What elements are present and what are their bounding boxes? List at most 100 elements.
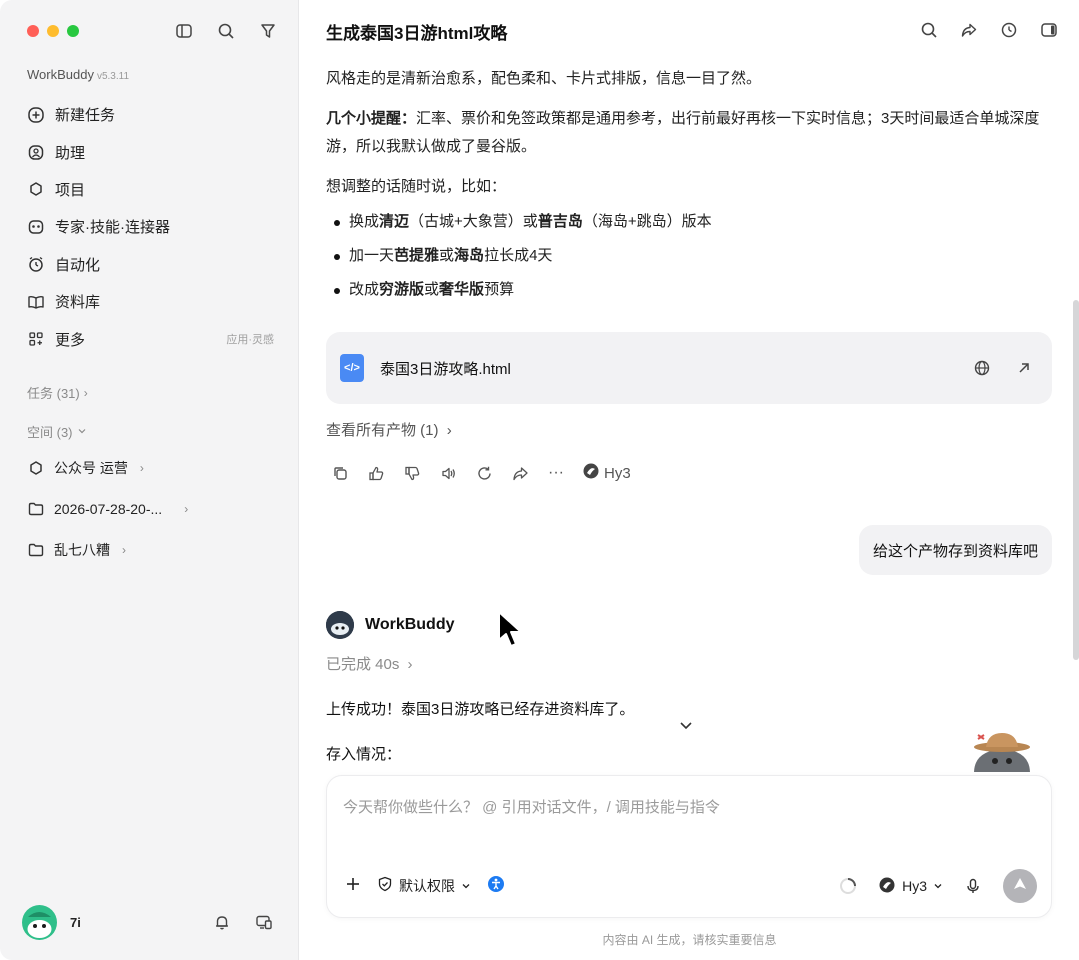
loading-spinner-icon <box>838 876 858 896</box>
tools-button[interactable] <box>487 875 505 896</box>
composer-right-tools: Hy3 <box>838 869 1037 903</box>
ai-disclaimer: 内容由 AI 生成，请核实重要信息 <box>602 933 777 947</box>
shield-check-icon <box>377 876 393 895</box>
nav-item-project[interactable]: 项目 <box>14 171 286 208</box>
alarm-clock-icon <box>26 254 46 274</box>
devices-icon[interactable] <box>254 912 274 932</box>
search-icon[interactable] <box>216 21 236 41</box>
chevron-down-icon <box>77 424 87 439</box>
list-item: 换成清迈（古城+大象营）或普吉岛（海岛+跳岛）版本 <box>326 205 1052 239</box>
scrollbar[interactable] <box>1073 300 1079 660</box>
assistant-header: WorkBuddy <box>326 611 454 639</box>
view-all-artifacts-label: 查看所有产物 (1) <box>326 422 439 439</box>
thinking-status-toggle[interactable]: 已完成 40s › <box>326 653 413 674</box>
accessibility-icon <box>487 875 505 896</box>
app-brand: WorkBuddy v5.3.11 <box>27 67 129 82</box>
sidebar-nav: 新建任务 助理 项目 专家·技能·连接器 自动化 资料库 更多 应用·灵感 <box>14 96 286 358</box>
spaces-section-header[interactable]: 空间 (3) <box>27 422 87 441</box>
share-icon[interactable] <box>510 463 530 483</box>
tips-prefix: 几个小提醒： <box>326 110 417 127</box>
nav-item-label: 助理 <box>55 144 86 162</box>
bullet-text: 或 <box>439 247 455 264</box>
globe-icon[interactable] <box>972 358 992 378</box>
scroll-to-bottom-button[interactable] <box>678 717 694 738</box>
panel-toggle-icon[interactable] <box>1039 20 1059 40</box>
assistant-paragraph: 想调整的话随时说，比如： <box>326 178 507 195</box>
bell-icon[interactable] <box>212 912 232 932</box>
chevron-right-icon: › <box>83 385 88 400</box>
sidebar: WorkBuddy v5.3.11 新建任务 助理 项目 专家·技能·连接器 自动… <box>0 0 299 960</box>
nav-item-automation[interactable]: 自动化 <box>14 246 286 283</box>
assistant-icon <box>26 142 46 162</box>
regenerate-icon[interactable] <box>474 463 494 483</box>
microphone-icon[interactable] <box>963 876 983 896</box>
header-actions <box>919 20 1059 40</box>
bullet-text: （海岛+跳岛）版本 <box>582 213 712 230</box>
copy-icon[interactable] <box>330 463 350 483</box>
chat-panel: 生成泰国3日游html攻略 风格走的是清新治愈系，配色柔和、卡片式排版，信息一目… <box>300 0 1079 960</box>
chevron-right-icon: › <box>184 502 189 517</box>
permission-select[interactable]: 默认权限 <box>377 876 471 896</box>
bullet-text: （古城+大象营）或 <box>409 213 538 230</box>
history-icon[interactable] <box>999 20 1019 40</box>
space-item-label: 乱七八糟 <box>54 541 110 558</box>
bullet-text: 换成 <box>349 213 380 230</box>
mouse-cursor-icon <box>497 610 525 655</box>
nav-item-assistant[interactable]: 助理 <box>14 133 286 170</box>
expert-icon <box>26 217 46 237</box>
model-select[interactable]: Hy3 <box>878 876 943 897</box>
thumbs-up-icon[interactable] <box>366 463 386 483</box>
nav-item-library[interactable]: 资料库 <box>14 283 286 320</box>
spaces-header-label: 空间 (3) <box>27 425 73 440</box>
folder-icon <box>26 499 46 519</box>
nav-item-note: 应用·灵感 <box>226 334 274 347</box>
bullet-bold: 清迈 <box>379 213 410 230</box>
space-item-wechat-ops[interactable]: 公众号 运营 › <box>14 448 286 489</box>
nav-item-label: 专家·技能·连接器 <box>55 219 170 237</box>
toggle-sidebar-icon[interactable] <box>174 21 194 41</box>
more-icon[interactable]: ··· <box>546 463 566 483</box>
space-item-dated-folder[interactable]: 2026-07-28-20-... › <box>14 489 286 530</box>
send-button[interactable] <box>1003 869 1037 903</box>
open-external-icon[interactable] <box>1014 358 1034 378</box>
tasks-section-header[interactable]: 任务 (31) › <box>27 383 88 402</box>
view-all-artifacts-link[interactable]: 查看所有产物 (1) › <box>326 419 452 440</box>
tasks-header-label: 任务 (31) <box>27 386 80 401</box>
model-tag[interactable]: Hy3 <box>582 462 631 484</box>
space-item-label: 公众号 运营 <box>54 460 128 477</box>
close-window-button[interactable] <box>27 25 39 37</box>
bullet-bold: 穷游版 <box>379 281 425 298</box>
search-icon[interactable] <box>919 20 939 40</box>
project-icon <box>26 458 46 478</box>
assistant-paragraph: 存入情况： <box>326 746 402 763</box>
model-select-label: Hy3 <box>902 878 927 894</box>
hy-logo-icon <box>582 462 600 484</box>
chevron-down-icon <box>461 878 471 894</box>
plus-circle-icon <box>26 105 46 125</box>
composer-input[interactable]: 今天帮你做些什么？ @ 引用对话文件，/ 调用技能与指令 <box>343 796 720 817</box>
maximize-window-button[interactable] <box>67 25 79 37</box>
attach-button[interactable] <box>345 876 361 895</box>
avatar[interactable] <box>22 904 57 940</box>
assistant-avatar <box>326 611 354 639</box>
nav-item-experts[interactable]: 专家·技能·连接器 <box>14 208 286 245</box>
nav-item-more[interactable]: 更多 应用·灵感 <box>14 320 286 357</box>
composer-left-tools: 默认权限 <box>345 875 505 896</box>
nav-item-label: 项目 <box>55 181 86 199</box>
nav-item-new-task[interactable]: 新建任务 <box>14 96 286 133</box>
bullet-bold: 芭提雅 <box>394 247 440 264</box>
bullet-bold: 海岛 <box>454 247 485 264</box>
artifact-file-card[interactable]: </> 泰国3日游攻略.html <box>326 332 1052 404</box>
thinking-status-label: 已完成 40s <box>326 656 400 673</box>
space-item-misc[interactable]: 乱七八糟 › <box>14 529 286 570</box>
minimize-window-button[interactable] <box>47 25 59 37</box>
chevron-right-icon: › <box>446 422 452 439</box>
filter-icon[interactable] <box>258 21 278 41</box>
speaker-icon[interactable] <box>438 463 458 483</box>
share-icon[interactable] <box>959 20 979 40</box>
bullet-text: 或 <box>424 281 440 298</box>
bullet-text: 改成 <box>349 281 380 298</box>
book-icon <box>26 292 46 312</box>
code-file-icon: </> <box>340 354 364 382</box>
thumbs-down-icon[interactable] <box>402 463 422 483</box>
